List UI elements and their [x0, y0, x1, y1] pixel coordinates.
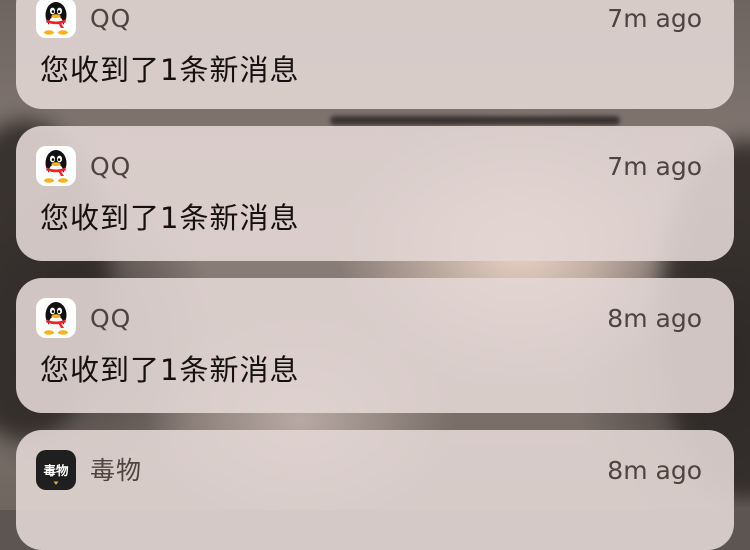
notification-card[interactable]: QQ 8m ago 您收到了1条新消息 [16, 278, 734, 413]
notification-card[interactable]: 毒物 毒物 8m ago [16, 430, 734, 550]
notification-time: 8m ago [607, 304, 702, 333]
qq-penguin-icon [36, 298, 76, 338]
app-name: QQ [90, 152, 132, 181]
notification-card[interactable]: QQ 7m ago 您收到了1条新消息 [16, 0, 734, 109]
app-name: QQ [90, 4, 132, 33]
qq-penguin-icon [36, 0, 76, 38]
notification-card[interactable]: QQ 7m ago 您收到了1条新消息 [16, 126, 734, 261]
poizon-app-icon: 毒物 [36, 450, 76, 490]
poizon-icon-text: 毒物 [43, 463, 69, 478]
qq-penguin-icon [36, 146, 76, 186]
notification-message: 您收到了1条新消息 [40, 353, 300, 387]
notification-time: 7m ago [607, 4, 702, 33]
notification-time: 7m ago [607, 152, 702, 181]
notification-message: 您收到了1条新消息 [40, 201, 300, 235]
notification-time: 8m ago [607, 456, 702, 485]
notification-message: 您收到了1条新消息 [40, 53, 300, 87]
app-name: 毒物 [90, 456, 143, 485]
app-name: QQ [90, 304, 132, 333]
